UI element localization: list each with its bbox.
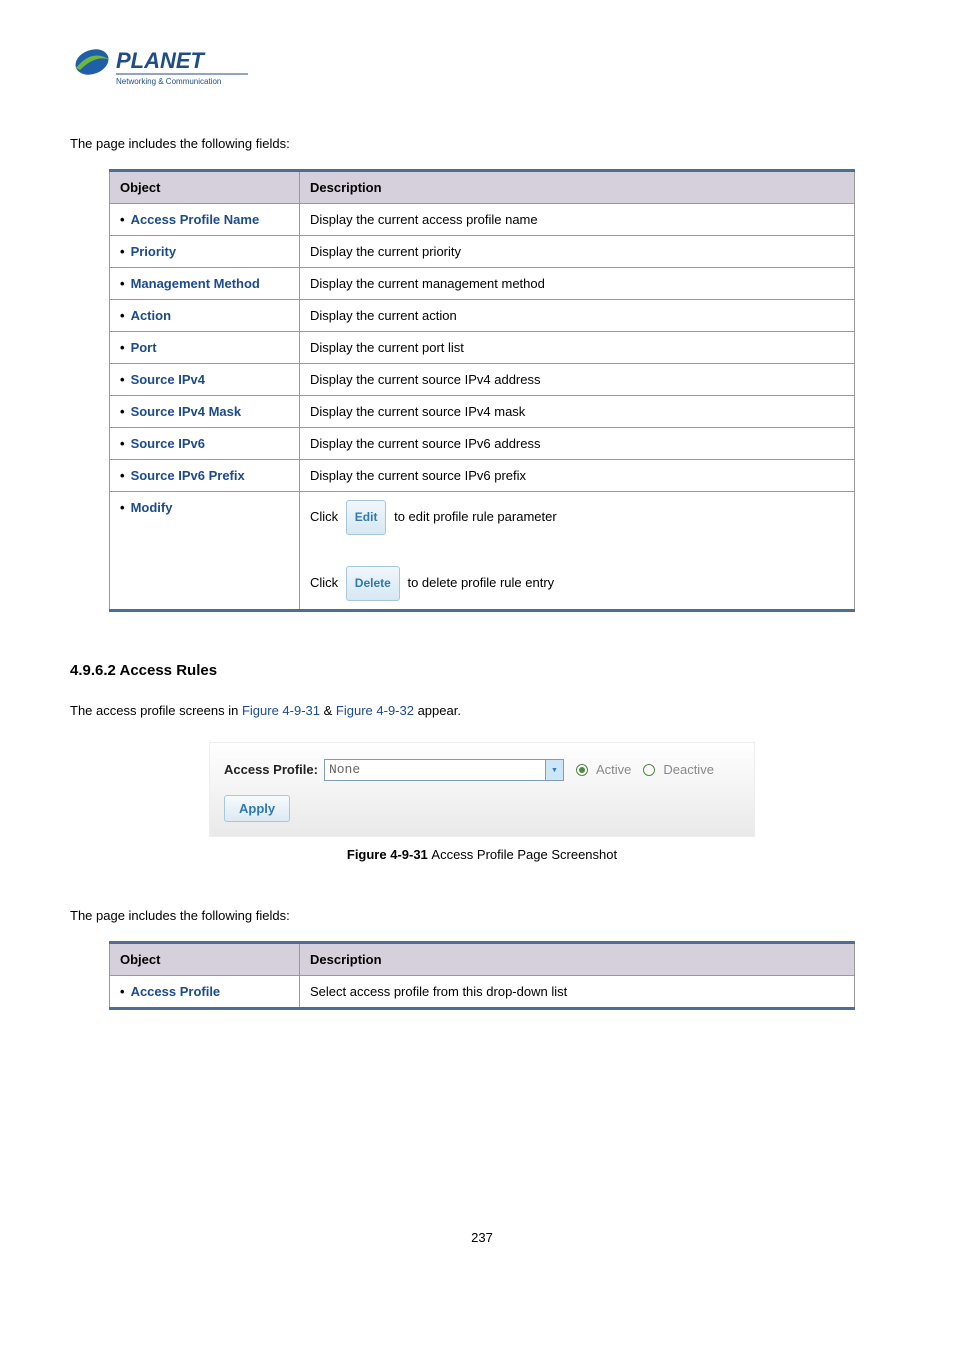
figure-link-2[interactable]: Figure 4-9-32	[336, 703, 414, 718]
delete-button[interactable]: Delete	[346, 566, 400, 601]
table-row: •Source IPv4 MaskDisplay the current sou…	[110, 396, 855, 428]
desc-text: Display the current source IPv6 prefix	[300, 460, 855, 492]
apply-button[interactable]: Apply	[224, 795, 290, 822]
text: Click	[310, 575, 338, 590]
desc-text: Display the current source IPv4 mask	[300, 396, 855, 428]
desc-text: Display the current priority	[300, 236, 855, 268]
brand-logo: PLANET Networking & Communication	[70, 40, 250, 96]
edit-button[interactable]: Edit	[346, 500, 387, 535]
desc-text: Display the current access profile name	[300, 204, 855, 236]
brand-name: PLANET	[116, 48, 206, 73]
access-profile-select[interactable]: None ▾	[324, 759, 564, 781]
active-radio[interactable]	[576, 764, 588, 776]
table-row: •Source IPv4Display the current source I…	[110, 364, 855, 396]
intro-text-2: The page includes the following fields:	[70, 908, 894, 923]
desc-text: Display the current source IPv4 address	[300, 364, 855, 396]
access-profile-screenshot: Access Profile: None ▾ Active Deactive A…	[209, 742, 755, 837]
desc-text: Display the current action	[300, 300, 855, 332]
access-profile-label: Access Profile:	[224, 762, 318, 777]
table-row: •Access Profile Select access profile fr…	[110, 975, 855, 1008]
col-object: Object	[110, 171, 300, 204]
intro-text-1: The page includes the following fields:	[70, 136, 894, 151]
text: The access profile screens in	[70, 703, 242, 718]
obj-label: Source IPv6 Prefix	[131, 468, 245, 483]
text: to delete profile rule entry	[407, 575, 554, 590]
section-heading: 4.9.6.2 Access Rules	[70, 662, 894, 679]
fields-table-2: Object Description •Access Profile Selec…	[109, 941, 855, 1010]
desc-text: Display the current port list	[300, 332, 855, 364]
active-radio-label: Active	[596, 762, 631, 777]
table-row: •Source IPv6 PrefixDisplay the current s…	[110, 460, 855, 492]
text: &	[320, 703, 336, 718]
table-row: •PortDisplay the current port list	[110, 332, 855, 364]
figure-number: Figure 4-9-31	[347, 847, 432, 862]
table-row: •Access Profile NameDisplay the current …	[110, 204, 855, 236]
text: Click	[310, 509, 338, 524]
obj-label: Source IPv4 Mask	[131, 404, 242, 419]
figure-link-1[interactable]: Figure 4-9-31	[242, 703, 320, 718]
table-row-modify: •Modify Click Edit to edit profile rule …	[110, 492, 855, 611]
figure-desc: Access Profile Page Screenshot	[431, 847, 617, 862]
obj-label: Management Method	[131, 276, 260, 291]
chevron-down-icon: ▾	[545, 760, 563, 780]
obj-label: Source IPv6	[131, 436, 205, 451]
col-description: Description	[300, 171, 855, 204]
obj-label: Source IPv4	[131, 372, 205, 387]
table-row: •ActionDisplay the current action	[110, 300, 855, 332]
figure-caption: Figure 4-9-31 Access Profile Page Screen…	[70, 847, 894, 862]
page-number: 237	[70, 1230, 894, 1245]
desc-text: Display the current source IPv6 address	[300, 428, 855, 460]
brand-tagline: Networking & Communication	[116, 77, 221, 86]
col-object: Object	[110, 942, 300, 975]
obj-label: Priority	[131, 244, 177, 259]
obj-label: Access Profile	[131, 984, 221, 999]
obj-label: Action	[131, 308, 171, 323]
obj-label: Access Profile Name	[131, 212, 260, 227]
select-value: None	[325, 762, 360, 777]
text: to edit profile rule parameter	[394, 509, 557, 524]
obj-label: Port	[131, 340, 157, 355]
deactive-radio-label: Deactive	[663, 762, 714, 777]
deactive-radio[interactable]	[643, 764, 655, 776]
table-row: •PriorityDisplay the current priority	[110, 236, 855, 268]
desc-text: Select access profile from this drop-dow…	[300, 975, 855, 1008]
table-row: •Source IPv6Display the current source I…	[110, 428, 855, 460]
col-description: Description	[300, 942, 855, 975]
desc-text: Display the current management method	[300, 268, 855, 300]
body-sentence: The access profile screens in Figure 4-9…	[70, 703, 894, 718]
table-row: •Management MethodDisplay the current ma…	[110, 268, 855, 300]
obj-label: Modify	[131, 500, 173, 515]
fields-table-1: Object Description •Access Profile NameD…	[109, 169, 855, 612]
text: appear.	[414, 703, 461, 718]
